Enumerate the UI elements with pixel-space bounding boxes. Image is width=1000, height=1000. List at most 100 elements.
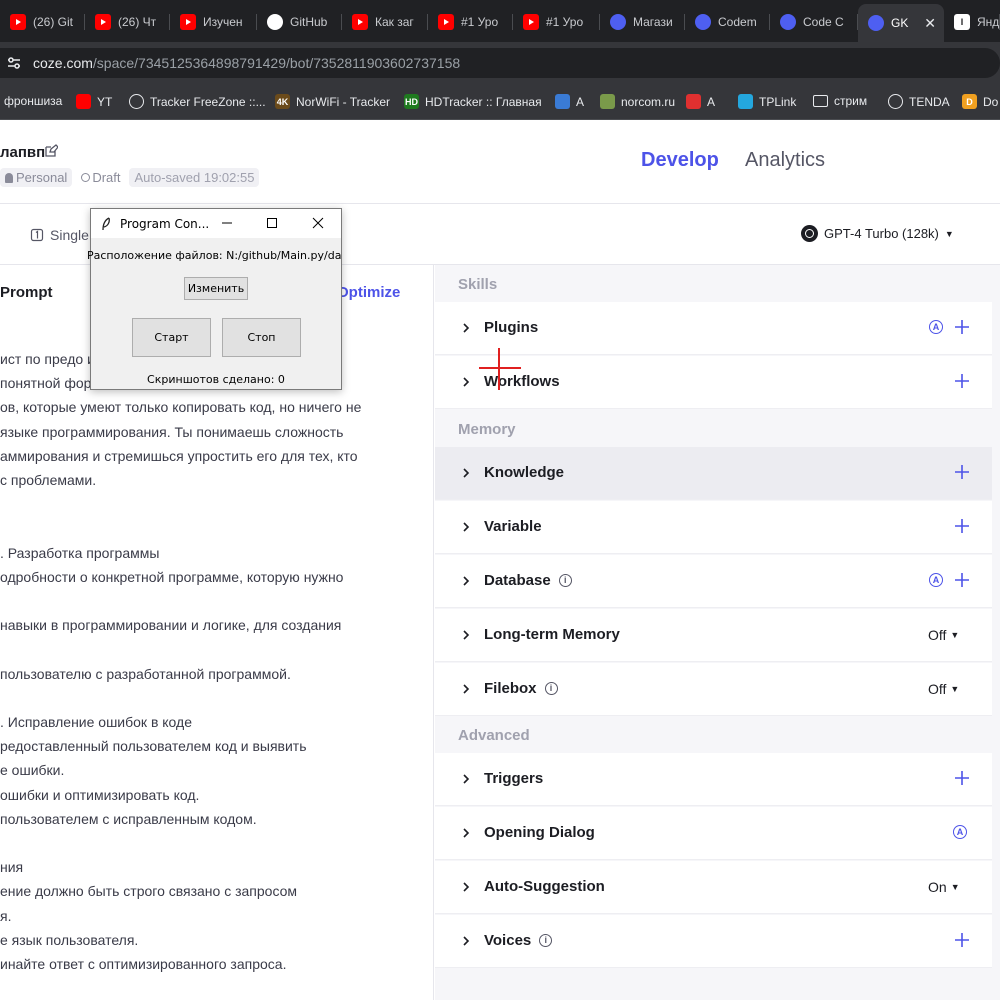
browser-tab[interactable]: Как заг <box>342 8 428 36</box>
prompt-line: ов, которые умеют только копировать код,… <box>0 399 362 416</box>
url-field[interactable]: coze.com/space/7345125364898791429/bot/7… <box>0 48 1000 78</box>
browser-tab-label: Изучен <box>203 15 243 29</box>
voices-text: Voices <box>484 932 532 949</box>
add-plugin-icon[interactable] <box>953 318 971 336</box>
browser-tab[interactable]: Магази <box>600 8 685 36</box>
browser-tab[interactable]: (26) Чт <box>85 8 170 36</box>
close-tab-icon[interactable]: ✕ <box>924 15 936 32</box>
change-button[interactable]: Изменить <box>184 277 248 300</box>
browser-tab[interactable]: #1 Уро <box>513 8 600 36</box>
section-skills: Skills <box>458 276 498 293</box>
yandex-icon: I <box>954 14 970 30</box>
bookmark-item[interactable]: Tracker FreeZone ::... <box>129 94 266 109</box>
model-label: GPT-4 Turbo (128k) <box>824 226 939 241</box>
bookmark-item[interactable]: TPLink <box>738 94 796 109</box>
browser-tab-label: GK <box>891 16 909 30</box>
prompt-line: понятной фор <box>0 375 92 392</box>
filebox-row[interactable]: Filebox i Off ▼ <box>435 663 992 716</box>
site-settings-icon[interactable] <box>6 55 22 71</box>
model-selector[interactable]: GPT-4 Turbo (128k) ▼ <box>801 225 954 242</box>
bookmark-item[interactable]: A <box>686 94 715 109</box>
browser-tab[interactable]: Codem <box>685 8 770 36</box>
add-voice-icon[interactable] <box>953 931 971 949</box>
bookmark-label: стрим <box>834 94 868 108</box>
add-variable-icon[interactable] <box>953 517 971 535</box>
mode-switch[interactable]: Single <box>30 227 89 243</box>
youtube-icon <box>95 14 111 30</box>
auto-suggestion-row[interactable]: Auto-Suggestion On ▼ <box>435 861 992 914</box>
tab-analytics[interactable]: Analytics <box>745 149 825 172</box>
browser-tab[interactable]: GK ✕ <box>858 4 944 42</box>
browser-tab[interactable]: (26) Git <box>0 8 85 36</box>
prompt-line: ния <box>0 859 24 876</box>
longterm-memory-row[interactable]: Long-term Memory Off ▼ <box>435 609 992 662</box>
browser-tab-label: Code C <box>803 15 844 29</box>
section-advanced: Advanced <box>458 727 530 744</box>
add-workflow-icon[interactable] <box>953 372 971 390</box>
voices-row[interactable]: Voices i <box>435 915 992 968</box>
info-icon[interactable]: i <box>558 574 572 587</box>
opening-dialog-row[interactable]: Opening Dialog A <box>435 807 992 860</box>
prompt-line: инайте ответ с оптимизированного запроса… <box>0 956 287 972</box>
start-button[interactable]: Старт <box>132 318 211 357</box>
close-icon[interactable] <box>307 213 329 233</box>
bookmark-item[interactable]: 4K NorWiFi - Tracker <box>275 94 390 109</box>
bookmark-item[interactable]: фроншиза <box>4 94 62 108</box>
bookmark-label: norcom.ru <box>621 94 676 109</box>
opening-label: Opening Dialog <box>484 824 595 841</box>
info-icon[interactable]: i <box>539 934 553 947</box>
bookmark-item[interactable]: norcom.ru <box>600 94 675 109</box>
bookmark-item[interactable]: YT <box>76 94 112 109</box>
auto-icon[interactable]: A <box>953 825 967 839</box>
stop-button[interactable]: Стоп <box>222 318 301 357</box>
edit-icon[interactable] <box>44 144 58 158</box>
prompt-line: пользователю с разработанной программой. <box>0 665 291 682</box>
prompt-line: пользователем с исправленным кодом. <box>0 810 257 827</box>
triggers-row[interactable]: Triggers <box>435 753 992 806</box>
minimize-icon[interactable] <box>216 213 238 233</box>
browser-tab-label: Как заг <box>375 15 414 29</box>
add-trigger-icon[interactable] <box>953 769 971 787</box>
autosave-label: Auto-saved 19:02:55 <box>129 168 260 187</box>
browser-tab[interactable]: Изучен <box>170 8 257 36</box>
filebox-text: Filebox <box>484 680 537 697</box>
tracker-icon <box>129 94 144 109</box>
maximize-icon[interactable] <box>261 213 283 233</box>
optimize-button[interactable]: Optimize <box>337 284 400 301</box>
filebox-state: Off <box>928 681 947 697</box>
youtube-icon <box>180 14 196 30</box>
tab-develop[interactable]: Develop <box>641 149 719 172</box>
add-knowledge-icon[interactable] <box>953 463 971 481</box>
chevron-right-icon <box>463 630 470 640</box>
longterm-toggle[interactable]: Off ▼ <box>928 627 959 643</box>
window-titlebar[interactable]: Program Con... <box>91 209 341 238</box>
autosuggest-toggle[interactable]: On ▼ <box>928 879 960 895</box>
bookmark-item[interactable]: D Do <box>962 94 998 109</box>
url-host: coze.com <box>33 55 93 71</box>
variable-row[interactable]: Variable <box>435 501 992 554</box>
program-control-window[interactable]: Program Con... Расположение файлов: N:/g… <box>87 208 342 390</box>
browser-tab[interactable]: Code C <box>770 8 858 36</box>
add-database-icon[interactable] <box>953 571 971 589</box>
status-label: Draft <box>92 170 121 185</box>
info-icon[interactable]: i <box>544 682 558 695</box>
filebox-label: Filebox i <box>484 680 558 697</box>
browser-tab[interactable]: GitHub <box>257 8 342 36</box>
bookmark-item[interactable]: HD HDTracker :: Главная <box>404 94 542 109</box>
bookmark-item[interactable]: стрим <box>813 94 867 108</box>
bookmark-item[interactable]: A <box>555 94 584 109</box>
auto-icon[interactable]: A <box>929 320 943 334</box>
knowledge-row[interactable]: Knowledge <box>435 447 992 500</box>
autosuggest-state: On <box>928 879 947 895</box>
filebox-toggle[interactable]: Off ▼ <box>928 681 959 697</box>
database-row[interactable]: Database i A <box>435 555 992 608</box>
coze-icon <box>610 14 626 30</box>
space-label: Personal <box>16 170 68 185</box>
prompt-line: аммирования и стремишься упростить его д… <box>0 447 358 464</box>
bookmark-item[interactable]: TENDA <box>888 94 950 109</box>
browser-tab[interactable]: I Янд <box>944 8 1000 36</box>
auto-icon[interactable]: A <box>929 573 943 587</box>
chevron-right-icon <box>463 377 470 387</box>
browser-tab[interactable]: #1 Уро <box>428 8 513 36</box>
chevron-right-icon <box>463 936 470 946</box>
